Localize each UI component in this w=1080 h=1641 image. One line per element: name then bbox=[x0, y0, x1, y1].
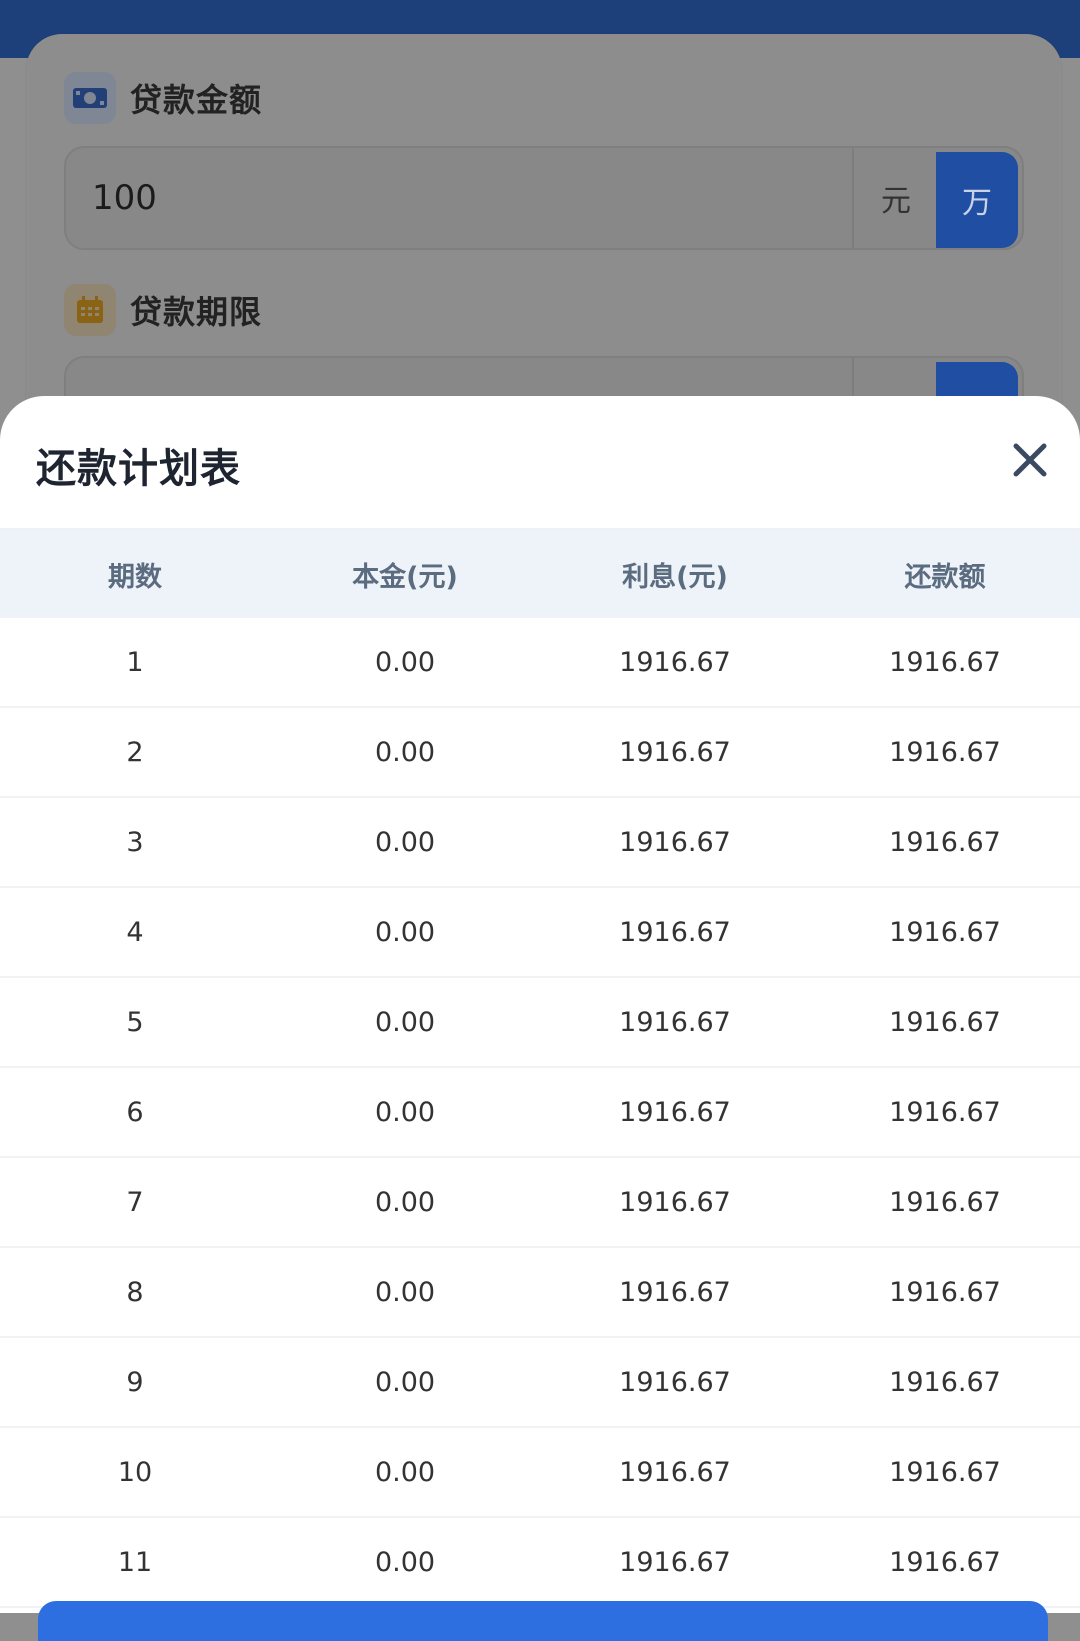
table-row: 5 0.00 1916.67 1916.67 bbox=[0, 977, 1080, 1068]
cell-payment: 1916.67 bbox=[810, 977, 1080, 1068]
cell-interest: 1916.67 bbox=[540, 1517, 810, 1608]
cell-period: 6 bbox=[0, 1067, 270, 1158]
table-header-row: 期数 本金(元) 利息(元) 还款额 bbox=[0, 530, 1080, 618]
table-row: 3 0.00 1916.67 1916.67 bbox=[0, 797, 1080, 888]
cell-period: 7 bbox=[0, 1157, 270, 1248]
table-row: 1 0.00 1916.67 1916.67 bbox=[0, 618, 1080, 708]
cell-period: 3 bbox=[0, 797, 270, 888]
cell-payment: 1916.67 bbox=[810, 1157, 1080, 1248]
cell-interest: 1916.67 bbox=[540, 887, 810, 978]
cell-principal: 0.00 bbox=[270, 1247, 540, 1338]
unit-wan-button[interactable]: 万 bbox=[936, 152, 1018, 248]
sheet-title: 还款计划表 bbox=[36, 446, 241, 492]
cell-payment: 1916.67 bbox=[810, 797, 1080, 888]
column-header-interest: 利息(元) bbox=[622, 561, 728, 593]
cell-interest: 1916.67 bbox=[540, 1427, 810, 1518]
table-row: 4 0.00 1916.67 1916.67 bbox=[0, 887, 1080, 978]
cell-payment: 1916.67 bbox=[810, 618, 1080, 708]
loan-amount-value: 100 bbox=[92, 178, 157, 218]
repayment-table: 期数 本金(元) 利息(元) 还款额 1 0.00 1916.67 1916.67 2 0… bbox=[0, 530, 1080, 1608]
cell-payment: 1916.67 bbox=[810, 1517, 1080, 1608]
cell-principal: 0.00 bbox=[270, 1517, 540, 1608]
cell-principal: 0.00 bbox=[270, 797, 540, 888]
cell-interest: 1916.67 bbox=[540, 1337, 810, 1428]
loan-term-label-row: 贷款期限 bbox=[64, 284, 262, 336]
cell-period: 10 bbox=[0, 1427, 270, 1518]
cell-interest: 1916.67 bbox=[540, 1157, 810, 1248]
table-row: 6 0.00 1916.67 1916.67 bbox=[0, 1067, 1080, 1158]
cell-interest: 1916.67 bbox=[540, 797, 810, 888]
sheet-header: 还款计划表 bbox=[0, 396, 1080, 530]
cell-principal: 0.00 bbox=[270, 1337, 540, 1428]
loan-term-label: 贷款期限 bbox=[130, 293, 263, 331]
table-row: 9 0.00 1916.67 1916.67 bbox=[0, 1337, 1080, 1428]
bottom-action-button[interactable] bbox=[38, 1601, 1048, 1641]
cell-principal: 0.00 bbox=[270, 1157, 540, 1248]
column-header-principal: 本金(元) bbox=[352, 561, 458, 593]
column-header-payment: 还款额 bbox=[904, 561, 986, 593]
table-row: 2 0.00 1916.67 1916.67 bbox=[0, 707, 1080, 798]
cell-interest: 1916.67 bbox=[540, 1067, 810, 1158]
table-row: 11 0.00 1916.67 1916.67 bbox=[0, 1517, 1080, 1608]
cell-period: 1 bbox=[0, 618, 270, 708]
calendar-icon bbox=[64, 284, 116, 336]
cell-principal: 0.00 bbox=[270, 1067, 540, 1158]
cell-period: 2 bbox=[0, 707, 270, 798]
money-icon bbox=[64, 72, 116, 124]
cell-payment: 1916.67 bbox=[810, 1067, 1080, 1158]
loan-amount-input[interactable]: 100 元 万 bbox=[64, 146, 1024, 250]
table-row: 10 0.00 1916.67 1916.67 bbox=[0, 1427, 1080, 1518]
cell-period: 5 bbox=[0, 977, 270, 1068]
loan-amount-label-row: 贷款金额 bbox=[64, 72, 262, 124]
unit-yuan-button[interactable]: 元 bbox=[852, 148, 938, 248]
cell-principal: 0.00 bbox=[270, 1427, 540, 1518]
repayment-schedule-sheet: 还款计划表 期数 本金(元) 利息(元) 还款额 1 0.00 1916.67 191… bbox=[0, 396, 1080, 1613]
cell-interest: 1916.67 bbox=[540, 977, 810, 1068]
close-icon bbox=[1013, 443, 1047, 477]
cell-interest: 1916.67 bbox=[540, 1247, 810, 1338]
cell-principal: 0.00 bbox=[270, 707, 540, 798]
cell-interest: 1916.67 bbox=[540, 707, 810, 798]
cell-interest: 1916.67 bbox=[540, 618, 810, 708]
cell-period: 8 bbox=[0, 1247, 270, 1338]
cell-period: 4 bbox=[0, 887, 270, 978]
cell-principal: 0.00 bbox=[270, 977, 540, 1068]
close-button[interactable] bbox=[1008, 438, 1052, 482]
cell-period: 9 bbox=[0, 1337, 270, 1428]
cell-payment: 1916.67 bbox=[810, 1247, 1080, 1338]
cell-payment: 1916.67 bbox=[810, 1427, 1080, 1518]
loan-form-card: 贷款金额 100 元 万 贷款期限 bbox=[26, 34, 1062, 460]
table-row: 7 0.00 1916.67 1916.67 bbox=[0, 1157, 1080, 1248]
loan-amount-label: 贷款金额 bbox=[130, 81, 263, 119]
cell-payment: 1916.67 bbox=[810, 707, 1080, 798]
cell-period: 11 bbox=[0, 1517, 270, 1608]
cell-payment: 1916.67 bbox=[810, 1337, 1080, 1428]
cell-payment: 1916.67 bbox=[810, 887, 1080, 978]
cell-principal: 0.00 bbox=[270, 618, 540, 708]
cell-principal: 0.00 bbox=[270, 887, 540, 978]
column-header-period: 期数 bbox=[108, 561, 162, 593]
table-row: 8 0.00 1916.67 1916.67 bbox=[0, 1247, 1080, 1338]
